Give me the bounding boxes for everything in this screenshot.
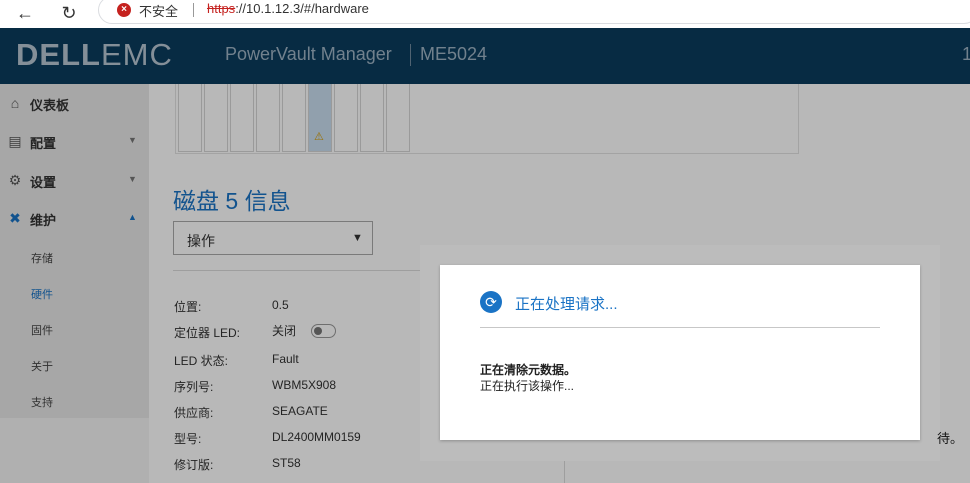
dialog-divider — [480, 327, 880, 328]
dialog-title: 正在处理请求... — [515, 296, 618, 313]
not-secure-icon[interactable]: × — [117, 3, 131, 17]
security-label[interactable]: 不安全 — [139, 1, 178, 20]
dialog-message-bold: 正在清除元数据。 — [480, 363, 577, 377]
partial-background-text: 待。 — [937, 431, 964, 446]
arrow-left-icon[interactable]: ← — [14, 2, 36, 24]
address-separator — [193, 3, 194, 17]
browser-toolbar: ← ↻ × 不安全 https://10.1.12.3/#/hardware — [0, 0, 970, 28]
reload-icon[interactable]: ↻ — [58, 2, 80, 24]
url-scheme: https — [207, 1, 236, 16]
refresh-spinner-icon: ⟳ — [480, 291, 502, 313]
dialog-message: 正在执行该操作... — [480, 379, 575, 393]
processing-dialog: ⟳ 正在处理请求... 正在清除元数据。 正在执行该操作... — [440, 265, 920, 440]
url-text[interactable]: https://10.1.12.3/#/hardware — [207, 1, 369, 16]
address-bar[interactable]: × 不安全 https://10.1.12.3/#/hardware — [98, 0, 970, 24]
url-path: ://10.1.12.3/#/hardware — [235, 1, 369, 16]
